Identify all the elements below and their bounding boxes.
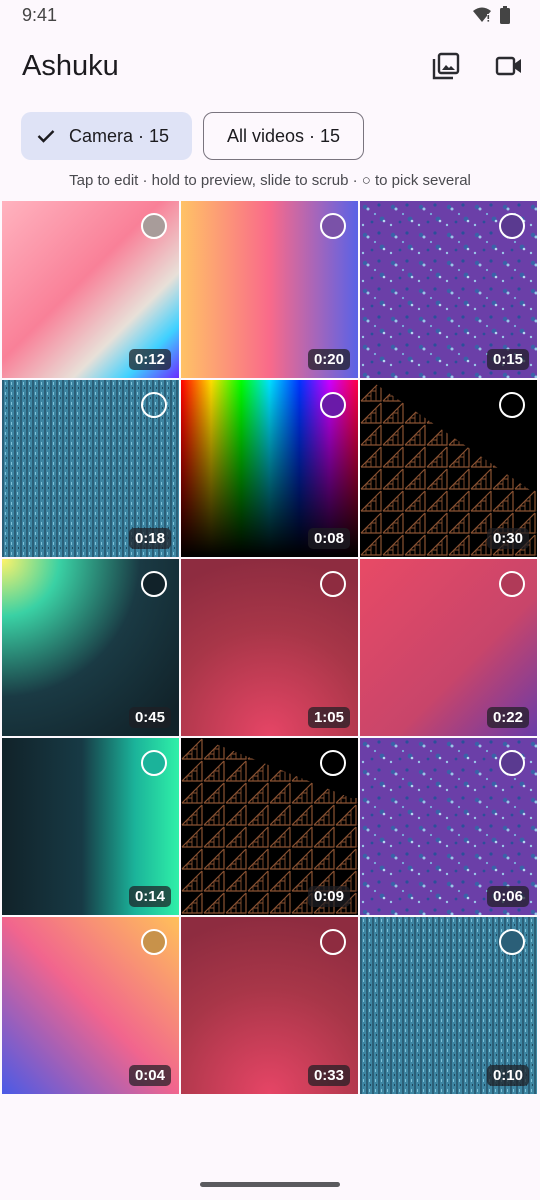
video-duration: 0:04 [128,1065,171,1086]
video-thumbnail[interactable]: 0:06 [360,738,537,915]
select-circle-icon[interactable] [499,392,525,418]
video-duration: 0:20 [307,349,350,370]
video-duration: 0:45 [128,707,171,728]
select-circle-icon[interactable] [141,213,167,239]
select-circle-icon[interactable] [141,929,167,955]
wifi-icon [472,6,492,29]
record-video-button[interactable] [489,48,529,88]
select-circle-icon[interactable] [320,213,346,239]
videocam-icon [495,55,523,82]
video-thumbnail[interactable]: 0:33 [181,917,358,1094]
video-thumbnail[interactable]: 0:30 [360,380,537,557]
video-thumbnail[interactable]: 0:15 [360,201,537,378]
chip-label: Camera · 15 [69,125,170,146]
video-duration: 0:14 [128,886,171,907]
select-circle-icon[interactable] [141,750,167,776]
select-circle-icon[interactable] [499,750,525,776]
chip-label: All videos · 15 [226,125,341,146]
video-duration: 1:05 [307,707,350,728]
video-thumbnail[interactable]: 0:04 [2,917,179,1094]
video-thumbnail[interactable]: 0:10 [360,917,537,1094]
select-circle-icon[interactable] [499,213,525,239]
video-duration: 0:08 [307,528,350,549]
check-icon [37,129,55,143]
select-circle-icon[interactable] [320,571,346,597]
video-duration: 0:15 [486,349,529,370]
video-thumbnail[interactable]: 0:22 [360,559,537,736]
status-bar: 9:41 [0,0,540,34]
status-icons [472,6,510,29]
video-grid: 0:12 0:20 0:15 0:18 0:08 0:30 0:45 1:05 [2,201,539,1096]
status-time: 9:41 [22,5,58,25]
video-duration: 0:33 [307,1065,350,1086]
select-circle-icon[interactable] [141,571,167,597]
battery-icon [500,6,510,29]
video-duration: 0:09 [307,886,350,907]
video-thumbnail[interactable]: 1:05 [181,559,358,736]
select-circle-icon[interactable] [320,929,346,955]
video-duration: 0:06 [486,886,529,907]
select-circle-icon[interactable] [499,571,525,597]
video-thumbnail[interactable]: 0:12 [2,201,179,378]
select-circle-icon[interactable] [320,392,346,418]
video-thumbnail[interactable]: 0:45 [2,559,179,736]
video-duration: 0:18 [128,528,171,549]
photo-library-icon [431,51,461,86]
gallery-button[interactable] [426,48,466,88]
home-indicator[interactable] [200,1182,340,1187]
video-thumbnail[interactable]: 0:09 [181,738,358,915]
filter-chip-camera[interactable]: Camera · 15 [21,112,192,160]
video-thumbnail[interactable]: 0:08 [181,380,358,557]
video-duration: 0:10 [486,1065,529,1086]
video-duration: 0:22 [486,707,529,728]
video-thumbnail[interactable]: 0:14 [2,738,179,915]
video-thumbnail[interactable]: 0:18 [2,380,179,557]
filter-chip-all-videos[interactable]: All videos · 15 [203,112,364,160]
app-title: Ashuku [22,50,119,82]
video-thumbnail[interactable]: 0:20 [181,201,358,378]
usage-hint: Tap to edit · hold to preview, slide to … [69,172,471,189]
video-duration: 0:12 [128,349,171,370]
select-circle-icon[interactable] [320,750,346,776]
select-circle-icon[interactable] [141,392,167,418]
select-circle-icon[interactable] [499,929,525,955]
video-duration: 0:30 [486,528,529,549]
